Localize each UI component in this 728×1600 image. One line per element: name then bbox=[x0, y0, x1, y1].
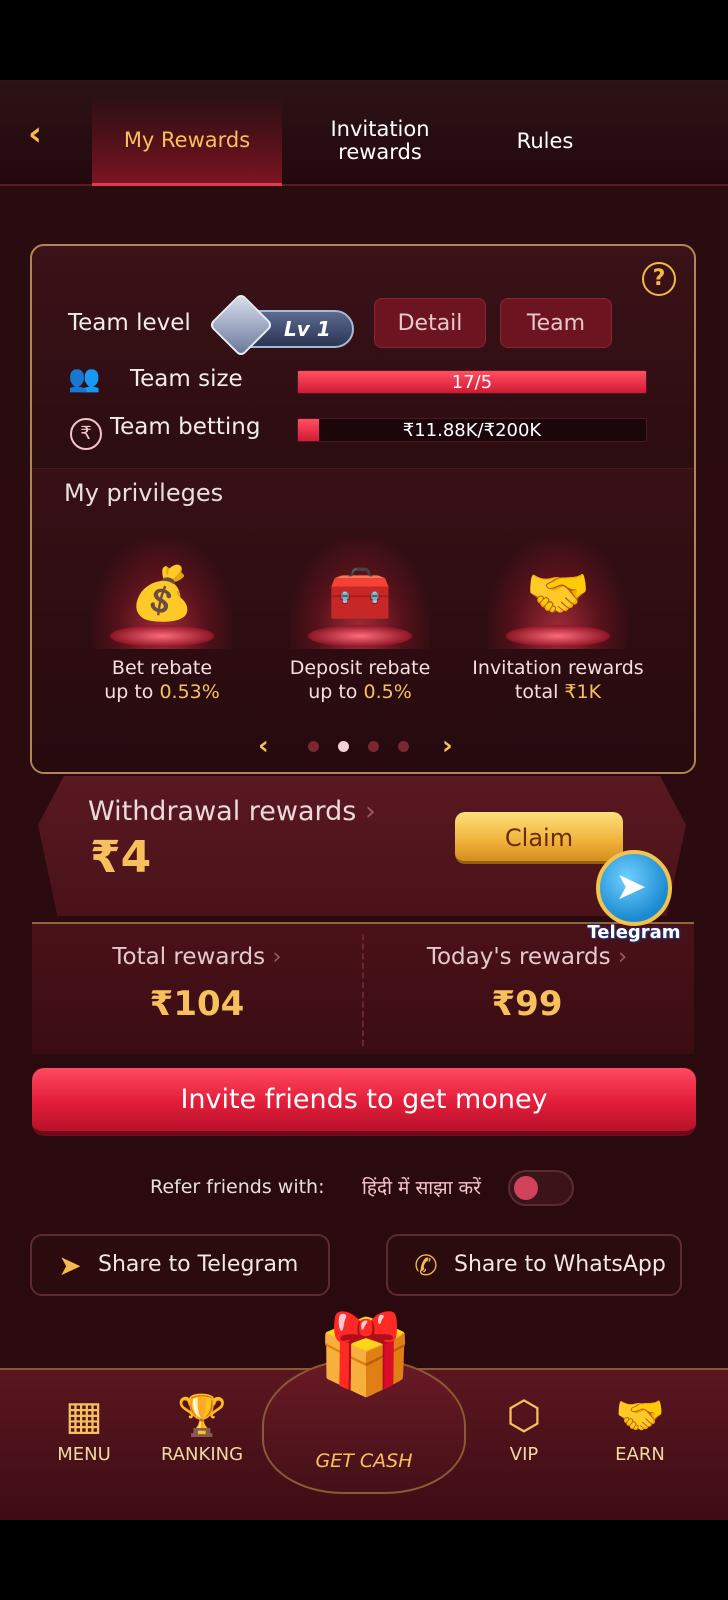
privileges-title: My privileges bbox=[64, 479, 224, 507]
whatsapp-icon: ✆ bbox=[414, 1249, 438, 1282]
privilege-title: Deposit rebate bbox=[289, 657, 431, 679]
pager-dot[interactable] bbox=[398, 741, 409, 752]
chevron-right-icon: › bbox=[364, 796, 376, 827]
refer-label: Refer friends with: bbox=[150, 1176, 325, 1198]
privilege-bet-rebate[interactable]: 💰 Bet rebate up to 0.53% bbox=[62, 539, 262, 709]
nav-label: MENU bbox=[57, 1444, 111, 1465]
coins-gems-icon: 💰 bbox=[129, 564, 195, 624]
today-rewards-value: ₹99 bbox=[491, 984, 563, 1024]
treasure-chest-icon[interactable]: 🎁 bbox=[290, 1300, 440, 1410]
bottom-nav: 🎁 ▦ MENU 🏆 RANKING GET CASH ⬡ VIP 🤝 EARN bbox=[0, 1310, 728, 1520]
toggle-knob bbox=[514, 1176, 538, 1200]
menu-grid-icon: ▦ bbox=[65, 1393, 103, 1439]
share-telegram-label: Share to Telegram bbox=[98, 1252, 299, 1277]
back-arrow-icon[interactable]: ‹ bbox=[28, 114, 68, 154]
team-card: ? Team level Lv 1 Detail Team 👥 Team siz… bbox=[30, 244, 696, 774]
total-rewards-link[interactable]: Total rewards › bbox=[32, 944, 362, 970]
privilege-detail: up to 0.53% bbox=[62, 681, 262, 703]
tab-my-rewards[interactable]: My Rewards bbox=[92, 96, 282, 186]
privilege-value: ₹1K bbox=[564, 681, 602, 703]
nav-vip[interactable]: ⬡ VIP bbox=[464, 1388, 584, 1465]
paper-plane-icon: ➤ bbox=[58, 1249, 82, 1282]
nav-ranking[interactable]: 🏆 RANKING bbox=[142, 1388, 262, 1465]
nav-label: VIP bbox=[509, 1444, 539, 1465]
privilege-title: Invitation rewards bbox=[472, 657, 644, 679]
total-rewards-label: Total rewards bbox=[112, 944, 266, 970]
team-size-value: 17/5 bbox=[451, 372, 493, 393]
privilege-value: 0.5% bbox=[363, 681, 412, 703]
team-betting-progress: ₹11.88K/₹200K bbox=[297, 418, 647, 442]
vip-badge-icon: ⬡ bbox=[506, 1393, 542, 1439]
team-betting-value: ₹11.88K/₹200K bbox=[402, 420, 542, 441]
treasure-chest-icon: 🧰 bbox=[327, 564, 393, 624]
pager-dot[interactable] bbox=[368, 741, 379, 752]
pager-dot[interactable] bbox=[338, 741, 349, 752]
share-whatsapp-button[interactable]: ✆ Share to WhatsApp bbox=[386, 1234, 682, 1296]
nav-label: RANKING bbox=[160, 1444, 244, 1465]
tab-invitation-rewards[interactable]: Invitation rewards bbox=[300, 96, 460, 186]
privilege-value: 0.53% bbox=[159, 681, 220, 703]
privilege-prefix: up to bbox=[308, 681, 364, 703]
team-size-label: Team size bbox=[130, 366, 243, 392]
team-betting-label: Team betting bbox=[110, 414, 261, 440]
pager-dot[interactable] bbox=[308, 741, 319, 752]
app-screen: ‹ My Rewards Invitation rewards Rules ? … bbox=[0, 80, 728, 1520]
tab-rules[interactable]: Rules bbox=[480, 96, 610, 186]
team-button[interactable]: Team bbox=[500, 298, 612, 348]
privilege-invitation-rewards[interactable]: 🤝 Invitation rewards total ₹1K bbox=[458, 539, 658, 709]
tab-label: My Rewards bbox=[123, 127, 251, 152]
tab-label: Rules bbox=[516, 129, 574, 153]
help-icon[interactable]: ? bbox=[642, 262, 676, 296]
tab-label: Invitation rewards bbox=[330, 117, 430, 164]
nav-earn[interactable]: 🤝 EARN bbox=[580, 1388, 700, 1465]
chevron-right-icon: › bbox=[272, 944, 282, 970]
withdrawal-amount: ₹4 bbox=[90, 832, 152, 883]
telegram-float-button[interactable]: ➤ Telegram bbox=[587, 850, 681, 946]
withdrawal-title: Withdrawal rewards bbox=[88, 796, 357, 827]
chevron-right-icon: › bbox=[617, 944, 628, 970]
share-telegram-button[interactable]: ➤ Share to Telegram bbox=[30, 1234, 330, 1296]
privileges-pager: ‹ › bbox=[32, 731, 694, 761]
withdrawal-rewards-link[interactable]: Withdrawal rewards › bbox=[88, 796, 376, 827]
today-rewards-link[interactable]: Today's rewards › bbox=[362, 944, 692, 970]
paper-plane-icon: ➤ bbox=[615, 864, 647, 908]
detail-button[interactable]: Detail bbox=[374, 298, 486, 348]
privilege-detail: total ₹1K bbox=[458, 681, 658, 703]
team-level-label: Team level bbox=[68, 310, 191, 336]
today-rewards-label: Today's rewards bbox=[426, 944, 611, 970]
prev-arrow-icon[interactable]: ‹ bbox=[258, 731, 269, 761]
next-arrow-icon[interactable]: › bbox=[442, 731, 453, 761]
users-icon: 👥 bbox=[68, 364, 101, 394]
trophy-icon: 🏆 bbox=[177, 1393, 227, 1439]
privileges-section: My privileges 💰 Bet rebate up to 0.53% 🧰… bbox=[32, 468, 694, 772]
top-tab-bar: ‹ My Rewards Invitation rewards Rules bbox=[0, 80, 728, 186]
privilege-title: Bet rebate bbox=[111, 657, 213, 679]
share-whatsapp-label: Share to WhatsApp bbox=[454, 1252, 666, 1277]
handshake-icon: 🤝 bbox=[615, 1393, 665, 1439]
level-badge-text: Lv 1 bbox=[284, 317, 331, 341]
hindi-share-label: हिंदी में साझा करें bbox=[362, 1177, 481, 1199]
total-rewards-value: ₹104 bbox=[149, 984, 245, 1024]
telegram-label: Telegram bbox=[587, 922, 681, 943]
nav-menu[interactable]: ▦ MENU bbox=[24, 1388, 144, 1465]
nav-get-cash[interactable]: GET CASH bbox=[262, 1450, 466, 1472]
nav-label: EARN bbox=[615, 1444, 665, 1465]
handshake-icon: 🤝 bbox=[525, 564, 591, 624]
privilege-detail: up to 0.5% bbox=[260, 681, 460, 703]
hindi-toggle[interactable] bbox=[508, 1170, 574, 1206]
team-size-progress: 17/5 bbox=[297, 370, 647, 394]
rupee-icon: ₹ bbox=[70, 418, 102, 450]
privilege-prefix: total bbox=[514, 681, 565, 703]
privilege-deposit-rebate[interactable]: 🧰 Deposit rebate up to 0.5% bbox=[260, 539, 460, 709]
privilege-prefix: up to bbox=[104, 681, 160, 703]
invite-friends-button[interactable]: Invite friends to get money bbox=[32, 1068, 696, 1136]
